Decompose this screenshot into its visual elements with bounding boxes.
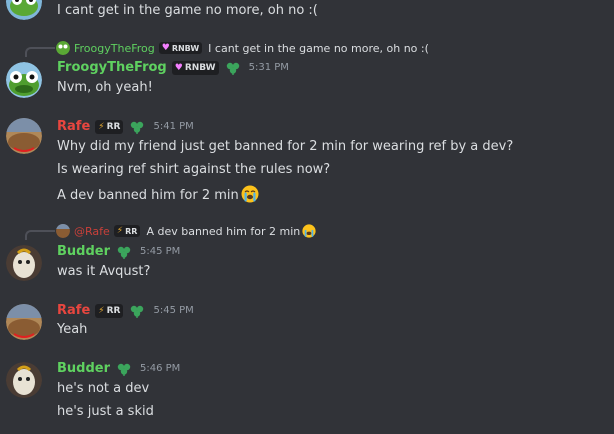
timestamp[interactable]: 5:45 PM bbox=[153, 302, 193, 320]
message-header: Rafe ⚡ RR 5:41 PM bbox=[57, 118, 194, 136]
message-header: Rafe ⚡ RR 5:45 PM bbox=[57, 302, 194, 320]
timestamp[interactable]: 5:31 PM bbox=[249, 59, 289, 77]
avatar-budder[interactable] bbox=[6, 245, 42, 281]
reply-clan-tag: ♥ RNBW bbox=[158, 42, 203, 54]
rafe-avatar-icon bbox=[6, 118, 42, 154]
budder-avatar-icon bbox=[6, 362, 42, 398]
heart-icon: ♥ bbox=[174, 63, 183, 73]
avatar-rafe[interactable] bbox=[6, 304, 42, 340]
message-text: he's just a skid bbox=[57, 404, 154, 419]
clan-tag[interactable]: ⚡ RR bbox=[95, 120, 124, 134]
username[interactable]: Budder bbox=[57, 243, 110, 261]
lightning-icon: ⚡ bbox=[98, 122, 105, 132]
username[interactable]: Budder bbox=[57, 360, 110, 378]
lightning-icon: ⚡ bbox=[116, 226, 124, 236]
message-text: he's not a dev bbox=[57, 381, 150, 396]
username[interactable]: Rafe bbox=[57, 302, 90, 320]
message-text: was it Avqust? bbox=[57, 264, 151, 279]
rafe-avatar-icon bbox=[6, 304, 42, 340]
message-text: Is wearing ref shirt against the rules n… bbox=[57, 162, 331, 177]
lightning-icon: ⚡ bbox=[98, 306, 105, 316]
message-text: Nvm, oh yeah! bbox=[57, 80, 153, 95]
heart-icon: ♥ bbox=[161, 43, 170, 53]
message-text: Yeah bbox=[57, 322, 88, 337]
loudly-crying-emoji-icon[interactable] bbox=[241, 185, 259, 203]
reply-username[interactable]: @Rafe bbox=[74, 225, 110, 238]
username[interactable]: FroogyTheFrog bbox=[57, 59, 167, 77]
message-header: Budder 5:46 PM bbox=[57, 360, 180, 378]
reply-text: I cant get in the game no more, oh no :( bbox=[208, 41, 429, 55]
clover-badge-icon[interactable] bbox=[116, 361, 132, 377]
clan-tag[interactable]: ♥ RNBW bbox=[171, 61, 219, 75]
timestamp[interactable]: 5:45 PM bbox=[140, 243, 180, 261]
reply-text: A dev banned him for 2 min bbox=[146, 224, 316, 238]
frog-avatar-icon bbox=[6, 62, 42, 98]
reply-preview[interactable]: @Rafe ⚡ RR A dev banned him for 2 min bbox=[56, 223, 316, 239]
timestamp[interactable]: 5:46 PM bbox=[140, 360, 180, 378]
clan-tag[interactable]: ⚡ RR bbox=[95, 304, 124, 318]
avatar-budder[interactable] bbox=[6, 362, 42, 398]
message-text: Why did my friend just get banned for 2 … bbox=[57, 139, 514, 154]
frog-mini-icon bbox=[56, 41, 70, 55]
message-header: Budder 5:45 PM bbox=[57, 243, 180, 261]
reply-spine bbox=[25, 47, 55, 57]
reply-clan-tag: ⚡ RR bbox=[113, 225, 141, 237]
reply-preview[interactable]: FroogyTheFrog ♥ RNBW I cant get in the ga… bbox=[56, 40, 429, 56]
clover-badge-icon[interactable] bbox=[129, 303, 145, 319]
message-text: A dev banned him for 2 min bbox=[57, 185, 259, 204]
reply-username[interactable]: FroogyTheFrog bbox=[74, 42, 155, 55]
budder-avatar-icon bbox=[6, 245, 42, 281]
reply-avatar bbox=[56, 224, 70, 238]
clover-badge-icon[interactable] bbox=[129, 119, 145, 135]
frog-avatar-icon bbox=[6, 0, 42, 20]
reply-avatar bbox=[56, 41, 70, 55]
avatar-froogy[interactable] bbox=[6, 62, 42, 98]
avatar-previous[interactable] bbox=[6, 0, 42, 20]
message-text: I cant get in the game no more, oh no :( bbox=[57, 3, 318, 18]
loudly-crying-emoji-icon bbox=[302, 224, 316, 238]
message-header: FroogyTheFrog ♥ RNBW 5:31 PM bbox=[57, 59, 289, 77]
timestamp[interactable]: 5:41 PM bbox=[153, 118, 193, 136]
clover-badge-icon[interactable] bbox=[116, 244, 132, 260]
rafe-mini-icon bbox=[56, 224, 70, 238]
reply-spine bbox=[25, 230, 55, 240]
clover-badge-icon[interactable] bbox=[225, 60, 241, 76]
avatar-rafe[interactable] bbox=[6, 118, 42, 154]
username[interactable]: Rafe bbox=[57, 118, 90, 136]
